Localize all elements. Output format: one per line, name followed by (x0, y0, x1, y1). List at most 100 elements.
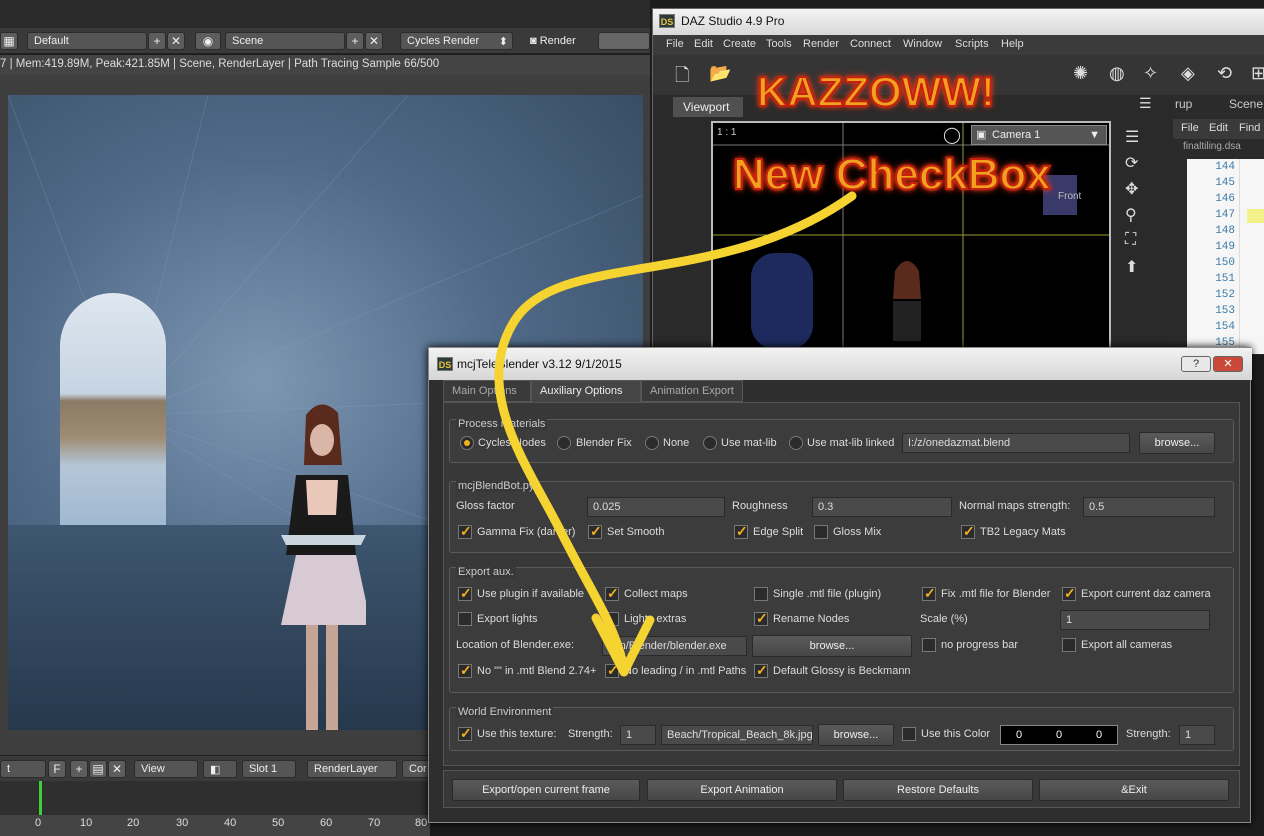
export-frame-button[interactable]: Export/open current frame (452, 779, 640, 801)
lines-icon[interactable]: ☰ (1125, 127, 1149, 153)
tb2-legacy-checkbox[interactable] (961, 523, 975, 540)
no-progress-bar-checkbox[interactable] (922, 638, 936, 652)
editor-menu-edit[interactable]: Edit (1209, 122, 1228, 134)
scene-field[interactable]: Scene (225, 32, 345, 50)
rename-nodes-checkbox[interactable] (754, 610, 768, 627)
no-leading-slash-checkbox[interactable] (605, 662, 619, 679)
open-folder-icon[interactable]: 📂 (709, 63, 731, 84)
up-arrow-icon[interactable]: ⬆ (1125, 257, 1149, 283)
menu-tools[interactable]: Tools (766, 38, 792, 50)
editor-menu-file[interactable]: File (1181, 122, 1199, 134)
gauge-icon[interactable]: ◍ (1109, 63, 1125, 84)
menu-file[interactable]: File (666, 38, 684, 50)
gloss-factor-input[interactable]: 0.025 (587, 497, 725, 517)
view-menu[interactable]: View (134, 760, 198, 778)
screen-menu-icon[interactable]: ▦ (0, 32, 18, 50)
collect-maps-checkbox[interactable] (605, 585, 619, 602)
use-color-checkbox[interactable] (902, 727, 916, 741)
lights-extras-checkbox[interactable] (605, 612, 619, 626)
editor-menu-find[interactable]: Find (1239, 122, 1260, 134)
help-button[interactable]: ? (1181, 356, 1211, 372)
radio-use-mat-lib[interactable] (703, 436, 717, 450)
radio-blender-fix[interactable] (557, 436, 571, 450)
slot-select[interactable]: Slot 1 (242, 760, 296, 778)
exit-button[interactable]: &Exit (1039, 779, 1229, 801)
export-camera-checkbox[interactable] (1062, 585, 1076, 602)
radio-use-mat-lib-linked[interactable] (789, 436, 803, 450)
remove-layout-icon[interactable]: ✕ (167, 32, 185, 50)
render-engine-select[interactable]: Cycles Render ⬍ (400, 32, 513, 50)
render-button[interactable]: ◙ Render (530, 35, 576, 47)
close-button[interactable]: ✕ (1213, 356, 1243, 372)
menu-lines-icon[interactable]: ☰ (1139, 95, 1152, 112)
tab-scene[interactable]: Scene (1229, 97, 1263, 111)
scene-menu-icon[interactable]: ◉ (195, 32, 221, 50)
current-frame-marker[interactable] (39, 781, 42, 815)
new-image-icon[interactable]: + (70, 760, 88, 778)
use-texture-checkbox[interactable] (458, 725, 472, 742)
script-editor[interactable]: 144 145 146 147 148 149 150 151 152 153 … (1187, 159, 1264, 354)
mat-lib-path-field[interactable]: I:/z/onedazmat.blend (902, 433, 1130, 453)
add-scene-icon[interactable]: + (346, 32, 364, 50)
fake-user-button[interactable]: F (48, 760, 66, 778)
radio-none[interactable] (645, 436, 659, 450)
image-name-field[interactable]: t (0, 760, 46, 778)
add-layout-icon[interactable]: + (148, 32, 166, 50)
menu-help[interactable]: Help (1001, 38, 1024, 50)
lens-icon[interactable]: ◯ (943, 125, 961, 145)
menu-scripts[interactable]: Scripts (955, 38, 989, 50)
layout-field[interactable]: Default (27, 32, 147, 50)
export-animation-button[interactable]: Export Animation (647, 779, 837, 801)
layer-select[interactable]: RenderLayer (307, 760, 397, 778)
camera-select[interactable]: ▣ Camera 1 ▼ (971, 125, 1107, 145)
restore-defaults-button[interactable]: Restore Defaults (843, 779, 1033, 801)
open-image-icon[interactable]: ▤ (89, 760, 107, 778)
export-all-cameras-checkbox[interactable] (1062, 638, 1076, 652)
glossy-beckmann-checkbox[interactable] (754, 662, 768, 679)
light-icon[interactable]: ✺ (1073, 63, 1088, 84)
rotate-icon[interactable]: ⟲ (1217, 63, 1232, 84)
orbit-icon[interactable]: ⟳ (1125, 153, 1149, 179)
blender-browse-button[interactable]: browse... (752, 635, 912, 657)
gloss-mix-checkbox[interactable] (814, 525, 828, 539)
zoom-icon[interactable]: ⚲ (1125, 205, 1149, 231)
single-mtl-checkbox[interactable] (754, 587, 768, 601)
new-file-icon[interactable]: 🗋 (675, 63, 689, 93)
tab-main-options[interactable]: Main Options (443, 380, 531, 402)
tab-animation-export[interactable]: Animation Export (641, 380, 743, 402)
radio-cycles-nodes[interactable] (460, 436, 474, 450)
texture-strength-input[interactable]: 1 (620, 725, 656, 745)
color-input[interactable]: 0 0 0 (1000, 725, 1118, 745)
unlink-icon[interactable]: ✕ (108, 760, 126, 778)
pan-icon[interactable]: ✥ (1125, 179, 1149, 205)
scale-icon[interactable]: ⊞ (1251, 63, 1264, 84)
menu-connect[interactable]: Connect (850, 38, 891, 50)
set-smooth-checkbox[interactable] (588, 523, 602, 540)
frame-ruler[interactable]: 0 10 20 30 40 50 60 70 80 (0, 815, 430, 836)
texture-browse-button[interactable]: browse... (818, 724, 894, 746)
draw-mode-icon[interactable]: ◧ (203, 760, 237, 778)
wand-icon[interactable]: ✧ (1143, 63, 1158, 84)
normal-strength-input[interactable]: 0.5 (1083, 497, 1215, 517)
menu-create[interactable]: Create (723, 38, 756, 50)
fix-mtl-checkbox[interactable] (922, 585, 936, 602)
remove-scene-icon[interactable]: ✕ (365, 32, 383, 50)
edge-split-checkbox[interactable] (734, 523, 748, 540)
tab-viewport[interactable]: Viewport (673, 97, 743, 117)
editor-file-tab[interactable]: finaltiling.dsa (1183, 141, 1241, 152)
export-lights-checkbox[interactable] (458, 612, 472, 626)
timeline[interactable] (0, 781, 430, 815)
tab-setup[interactable]: rup (1175, 97, 1192, 111)
scale-input[interactable]: 1 (1060, 610, 1210, 630)
frame-icon[interactable]: ⛶ (1125, 231, 1149, 257)
blender-location-field[interactable]: tion/Blender/blender.exe (602, 636, 747, 656)
mat-lib-browse-button[interactable]: browse... (1139, 432, 1215, 454)
menu-window[interactable]: Window (903, 38, 942, 50)
menu-edit[interactable]: Edit (694, 38, 713, 50)
node-icon[interactable]: ◈ (1181, 63, 1195, 84)
roughness-input[interactable]: 0.3 (812, 497, 952, 517)
texture-path-field[interactable]: Beach/Tropical_Beach_8k.jpg (661, 725, 813, 745)
use-plugin-checkbox[interactable] (458, 585, 472, 602)
menu-render[interactable]: Render (803, 38, 839, 50)
color-strength-input[interactable]: 1 (1179, 725, 1215, 745)
